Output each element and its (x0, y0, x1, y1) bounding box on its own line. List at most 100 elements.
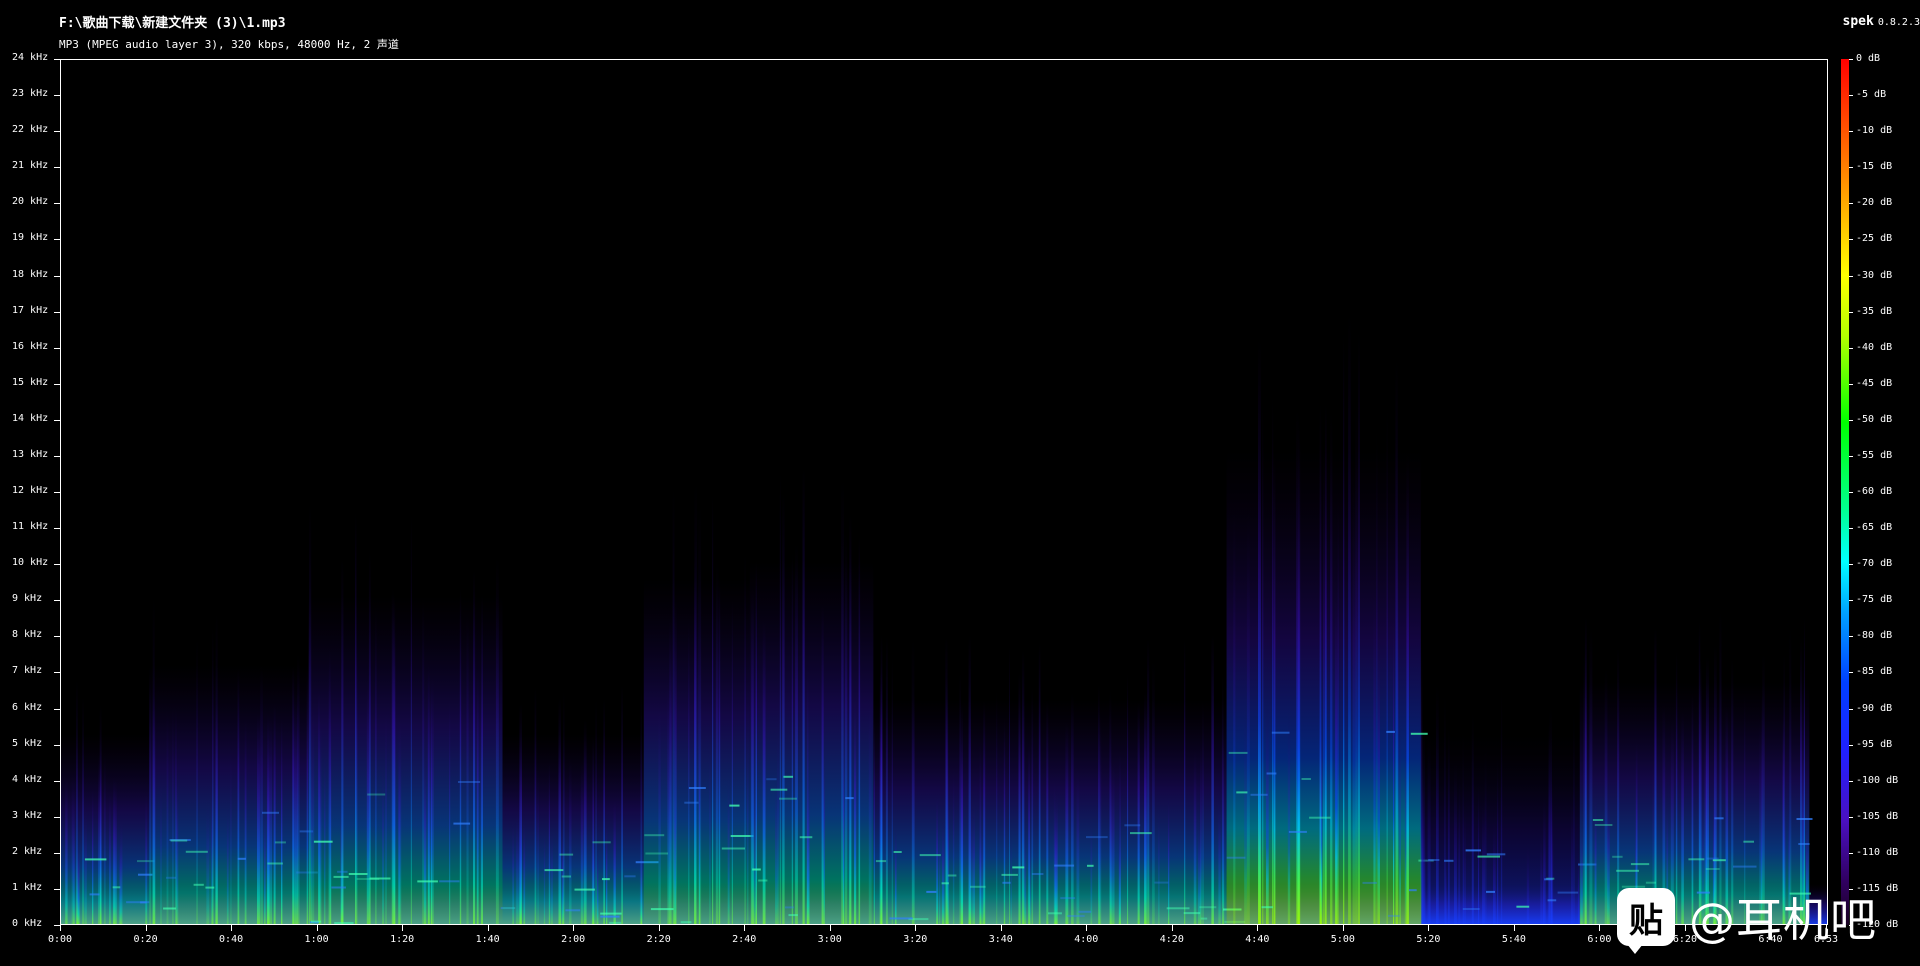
spectrogram-streak (823, 744, 825, 924)
spectrogram-streak (324, 750, 326, 924)
spectrogram-harmonic (1301, 778, 1311, 780)
spectrogram-harmonic (1012, 866, 1025, 869)
spectrogram-harmonic (1547, 899, 1557, 902)
frequency-tick-label: 5 kHz (12, 737, 43, 749)
frequency-tick (54, 492, 60, 493)
spectrogram-streak (1373, 586, 1376, 924)
spectrogram-harmonic (1086, 836, 1108, 839)
spectrogram-harmonic (766, 778, 777, 781)
spectrogram-streak (466, 611, 469, 924)
spectrogram-streak (1484, 744, 1487, 924)
spectrogram-streak (583, 719, 587, 924)
frequency-tick (54, 780, 60, 782)
spectrogram-harmonic (650, 908, 674, 911)
spectrogram-streak (1046, 700, 1049, 924)
spek-window: F:\歌曲下载\新建文件夹 (3)\1.mp3 MP3 (MPEG audio … (0, 0, 1920, 966)
spectrogram-streak (580, 759, 584, 924)
time-tick-label: 1:00 (304, 934, 329, 945)
time-tick (1086, 925, 1088, 931)
spectrogram-harmonic (453, 822, 471, 825)
spectrogram-streak (548, 760, 550, 924)
spectrogram-streak (712, 493, 714, 924)
db-tick-label: -40 dB (1856, 341, 1893, 353)
spectrogram-harmonic (752, 868, 761, 871)
spectrogram-streak (1010, 832, 1012, 924)
db-tick (1849, 275, 1853, 277)
spectrogram-harmonic (1054, 864, 1075, 867)
spectrogram-harmonic (644, 834, 665, 837)
spectrogram-streak (597, 847, 599, 924)
spectrogram-streak (1399, 721, 1401, 924)
spectrogram-streak (281, 717, 283, 924)
spectrogram-harmonic (1705, 868, 1720, 870)
spectrogram-harmonic (1645, 881, 1656, 884)
time-tick (1599, 925, 1601, 931)
spectrogram-streak (972, 803, 975, 924)
db-tick (1849, 95, 1853, 97)
spectrogram-harmonic (1462, 908, 1480, 910)
frequency-tick (54, 167, 60, 169)
spectrogram-streak (694, 581, 697, 924)
spectrogram-streak (230, 743, 232, 924)
watermark-text: @耳机吧 (1689, 893, 1877, 947)
spectrogram-harmonic (331, 886, 346, 889)
spectrogram-streak (821, 603, 824, 924)
db-tick-label: -45 dB (1856, 377, 1893, 389)
spectrogram-streak (1444, 690, 1446, 924)
spectrogram-streak (1548, 721, 1550, 924)
spectrogram-streak (114, 779, 117, 924)
spectrogram-streak (269, 715, 272, 924)
spectrogram-streak (473, 570, 476, 924)
frequency-tick (54, 203, 60, 205)
spectrogram-streak (1003, 717, 1006, 924)
spectrogram-streak (410, 514, 412, 924)
spectrogram-harmonic (1714, 817, 1724, 820)
spectrogram-streak (1233, 503, 1236, 924)
frequency-tick-label: 6 kHz (12, 701, 43, 713)
time-tick-label: 4:40 (1245, 934, 1270, 945)
spectrogram-streak (719, 576, 721, 924)
spectrogram-harmonic (970, 885, 986, 888)
db-tick-label: 0 dB (1856, 53, 1881, 64)
frequency-tick-label: 22 kHz (12, 124, 49, 136)
frequency-tick (54, 672, 60, 674)
time-tick (829, 925, 831, 931)
spectrogram-harmonic (1031, 873, 1044, 875)
spectrogram-streak (667, 676, 669, 924)
spectrogram-streak (1319, 399, 1322, 924)
spectrogram-harmonic (602, 878, 610, 881)
spectrogram-streak (1053, 781, 1056, 924)
spectrogram-streak (206, 802, 210, 924)
spectrogram-streak (312, 701, 315, 924)
frequency-tick (54, 311, 60, 313)
spectrogram-section (873, 699, 1227, 924)
spectrogram-streak (795, 543, 798, 924)
spectrogram-harmonic (947, 874, 957, 877)
db-tick (1849, 780, 1853, 782)
db-tick (1849, 455, 1853, 457)
time-tick-label: 6:00 (1587, 934, 1612, 945)
db-tick-label: -80 dB (1856, 630, 1893, 642)
time-tick (402, 925, 404, 931)
spectrogram-streak (267, 713, 270, 924)
time-tick-label: 0:20 (133, 934, 158, 945)
spectrogram-streak (355, 512, 357, 924)
spectrogram-streak (1482, 799, 1485, 924)
spectrogram-harmonic (1743, 840, 1754, 843)
spectrogram-streak (658, 705, 661, 924)
spectrogram-harmonic (1001, 873, 1018, 876)
time-tick (231, 925, 233, 931)
spectrogram-harmonic (1733, 865, 1757, 868)
db-tick (1849, 492, 1853, 493)
spectrogram-streak (979, 735, 982, 924)
spectrogram-harmonic (645, 852, 669, 855)
spectrogram-streak (1427, 731, 1431, 924)
spectrogram-streak (982, 820, 984, 924)
frequency-tick (54, 95, 60, 97)
db-tick-label: -110 dB (1856, 846, 1899, 858)
app-brand: spek 0.8.2.3 (1843, 14, 1920, 29)
spectrogram-streak (842, 732, 845, 924)
spectrogram-harmonic (561, 875, 571, 878)
spectrogram-streak (621, 684, 623, 924)
spectrogram-streak (1436, 683, 1439, 924)
